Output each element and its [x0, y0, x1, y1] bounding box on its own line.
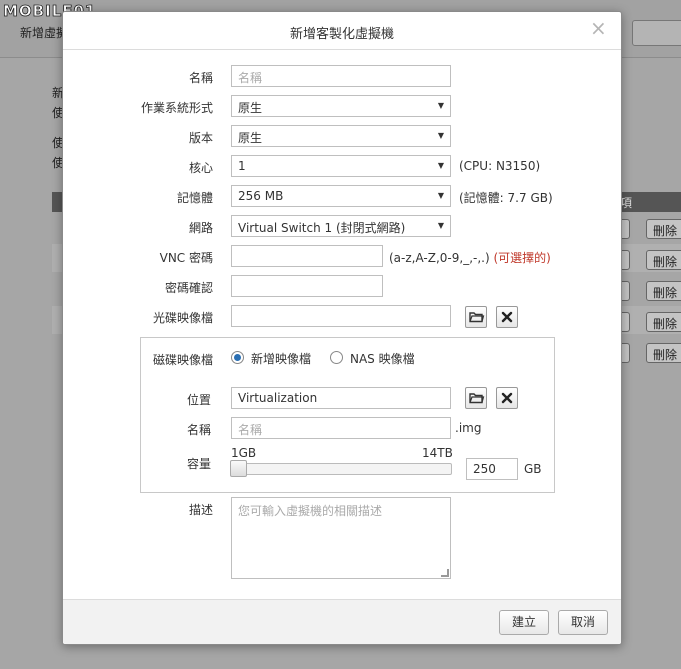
image-name-input[interactable]: 名稱: [231, 417, 451, 439]
resize-handle-icon[interactable]: [441, 569, 449, 577]
image-name-label: 名稱: [186, 423, 211, 437]
vm-name-input[interactable]: 名稱: [231, 65, 451, 87]
description-label: 描述: [188, 503, 213, 517]
background-delete-button: 刪除: [646, 250, 681, 270]
description-placeholder: 您可輸入虛擬機的相關描述: [238, 504, 383, 518]
capacity-slider[interactable]: [232, 463, 452, 475]
folder-icon: [469, 312, 485, 323]
cancel-button[interactable]: 取消: [558, 610, 608, 635]
browse-folder-button[interactable]: [465, 306, 487, 328]
location-label: 位置: [186, 393, 211, 407]
background-title: 新增虛擬: [20, 26, 69, 40]
background-delete-button: 刪除: [646, 219, 681, 239]
capacity-slider-handle[interactable]: [230, 460, 247, 477]
os-type-label: 作業系統形式: [140, 101, 213, 115]
name-label: 名稱: [188, 71, 213, 85]
dialog-footer: 建立 取消: [63, 599, 621, 644]
memory-select[interactable]: 256 MB: [231, 185, 451, 207]
background-delete-button: 刪除: [646, 281, 681, 301]
memory-label: 記憶體: [176, 191, 213, 205]
create-button[interactable]: 建立: [499, 610, 549, 635]
vnc-password-hint: (a-z,A-Z,0-9,_,-,.) (可選擇的): [389, 249, 551, 266]
cores-select[interactable]: 1: [231, 155, 451, 177]
clear-cd-image-button[interactable]: [496, 306, 518, 328]
password-confirm-input[interactable]: [231, 275, 383, 297]
version-select[interactable]: 原生: [231, 125, 451, 147]
capacity-max-label: 14TB: [422, 446, 453, 460]
new-image-label: 新增映像檔: [251, 352, 312, 366]
description-textarea[interactable]: 您可輸入虛擬機的相關描述: [231, 497, 451, 579]
disk-image-label: 磁碟映像檔: [152, 353, 213, 367]
vnc-password-label: VNC 密碼: [159, 251, 213, 265]
new-image-radio[interactable]: [231, 351, 244, 364]
background-delete-button: 刪除: [646, 343, 681, 363]
memory-hint: (記憶體: 7.7 GB): [459, 191, 553, 205]
network-select[interactable]: Virtual Switch 1 (封閉式網路): [231, 215, 451, 237]
os-type-select[interactable]: 原生: [231, 95, 451, 117]
version-label: 版本: [188, 131, 213, 145]
folder-icon: [469, 393, 485, 404]
vnc-password-input[interactable]: [231, 245, 383, 267]
location-input[interactable]: Virtualization: [231, 387, 451, 409]
capacity-min-label: 1GB: [231, 446, 257, 460]
allowed-chars-hint: (a-z,A-Z,0-9,_,-,.): [389, 251, 490, 265]
dialog-title: 新增客製化虛擬機: [289, 27, 394, 42]
password-confirm-label: 密碼確認: [164, 281, 213, 295]
capacity-input[interactable]: 250: [466, 458, 518, 480]
clear-location-button[interactable]: [496, 387, 518, 409]
close-x-icon: [501, 311, 513, 323]
capacity-unit: GB: [524, 462, 542, 476]
nas-image-radio[interactable]: [330, 351, 343, 364]
image-extension: .img: [455, 421, 482, 435]
cd-image-input[interactable]: [231, 305, 451, 327]
cpu-hint: (CPU: N3150): [459, 159, 541, 173]
capacity-label: 容量: [186, 457, 211, 471]
cd-image-label: 光碟映像檔: [152, 311, 213, 325]
cores-label: 核心: [188, 161, 213, 175]
optional-hint: (可選擇的): [493, 251, 551, 265]
close-x-icon: [501, 392, 513, 404]
dialog-header: 新增客製化虛擬機 ×: [63, 12, 621, 50]
create-vm-dialog: 新增客製化虛擬機 × 名稱 名稱 作業系統形式 原生 版本 原生 核心 1 (C…: [62, 11, 622, 645]
nas-image-label: NAS 映像檔: [350, 352, 415, 366]
background-delete-button: 刪除: [646, 312, 681, 332]
background-top-button: [632, 20, 681, 46]
network-label: 網路: [188, 221, 213, 235]
close-icon[interactable]: ×: [590, 16, 607, 40]
browse-location-button[interactable]: [465, 387, 487, 409]
